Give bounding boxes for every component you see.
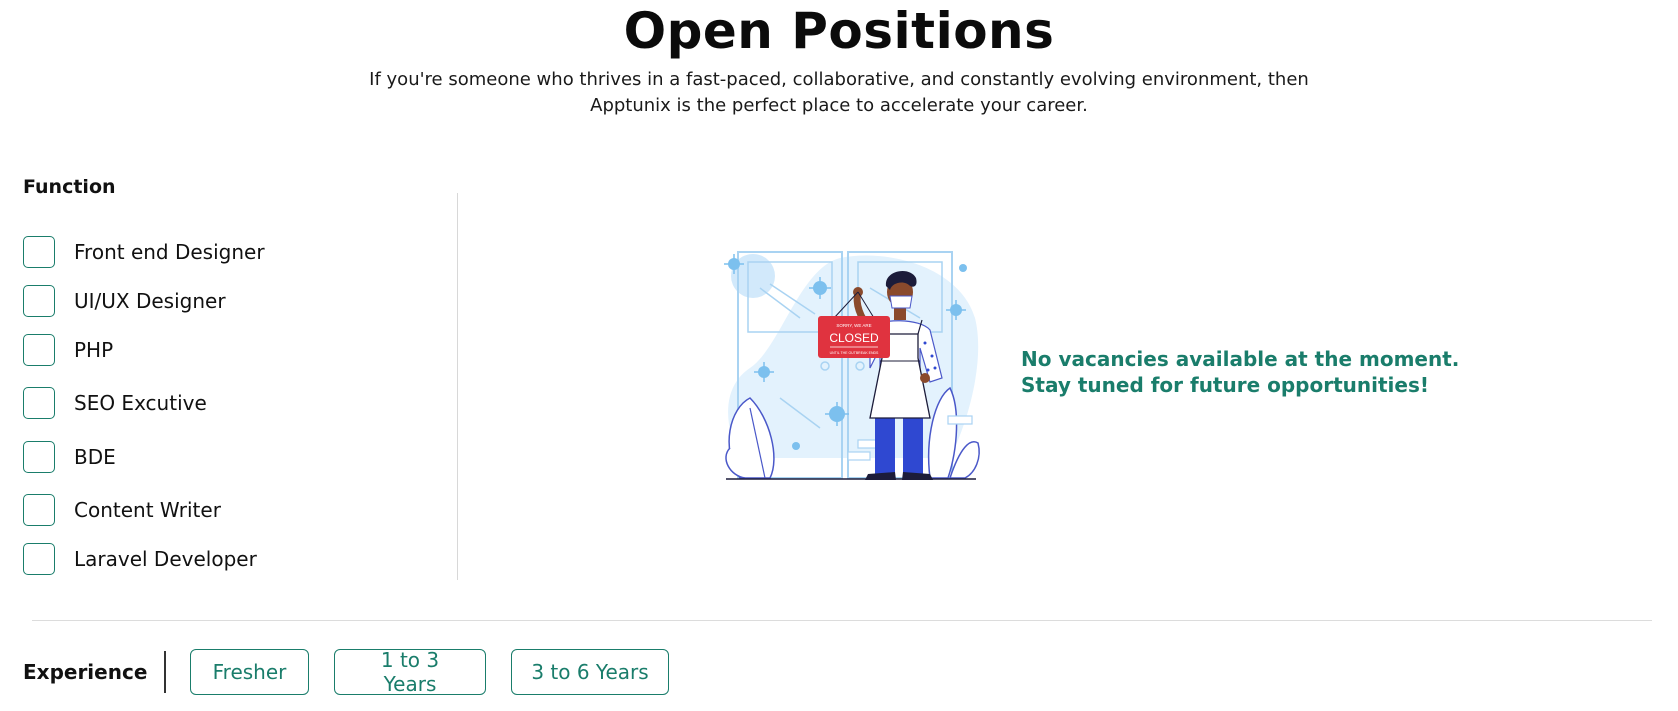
experience-option-1-to-3-years[interactable]: 1 to 3 Years: [334, 648, 486, 696]
experience-filter-heading: Experience: [23, 660, 148, 684]
checkbox[interactable]: [23, 387, 55, 419]
sign-closed-text: CLOSED: [829, 331, 879, 345]
function-option-label: PHP: [74, 338, 114, 362]
function-option-label: Content Writer: [74, 498, 221, 522]
function-option-content-writer[interactable]: Content Writer: [23, 494, 221, 526]
checkbox[interactable]: [23, 543, 55, 575]
checkbox[interactable]: [23, 441, 55, 473]
closed-shop-illustration-icon: SORRY, WE ARE CLOSED UNTIL THE OUTBREAK …: [724, 251, 980, 480]
function-filter-heading: Function: [23, 176, 116, 198]
function-option-label: UI/UX Designer: [74, 289, 226, 313]
page-title: Open Positions: [623, 2, 1055, 60]
function-option-seo-excutive[interactable]: SEO Excutive: [23, 387, 207, 419]
checkbox[interactable]: [23, 236, 55, 268]
sign-small-text: SORRY, WE ARE: [836, 323, 871, 328]
experience-divider: [164, 651, 166, 693]
checkbox[interactable]: [23, 285, 55, 317]
experience-option-3-to-6-years[interactable]: 3 to 6 Years: [511, 649, 669, 695]
checkbox[interactable]: [23, 494, 55, 526]
experience-option-fresher[interactable]: Fresher: [190, 649, 309, 695]
section-divider: [32, 620, 1652, 621]
function-option-front-end-designer[interactable]: Front end Designer: [23, 236, 265, 268]
function-option-ui-ux-designer[interactable]: UI/UX Designer: [23, 285, 226, 317]
function-option-bde[interactable]: BDE: [23, 441, 116, 473]
function-option-php[interactable]: PHP: [23, 334, 113, 366]
function-option-laravel-developer[interactable]: Laravel Developer: [23, 543, 257, 575]
checkbox[interactable]: [23, 334, 55, 366]
function-option-label: Front end Designer: [74, 240, 265, 264]
filter-divider: [457, 193, 458, 580]
function-option-label: Laravel Developer: [74, 547, 257, 571]
no-vacancies-message: No vacancies available at the moment. St…: [1021, 347, 1460, 397]
function-option-label: SEO Excutive: [74, 391, 207, 415]
page-subtitle: If you're someone who thrives in a fast-…: [369, 69, 1309, 116]
sign-footer-text: UNTIL THE OUTBREAK ENDS: [830, 351, 879, 355]
function-option-label: BDE: [74, 445, 116, 469]
